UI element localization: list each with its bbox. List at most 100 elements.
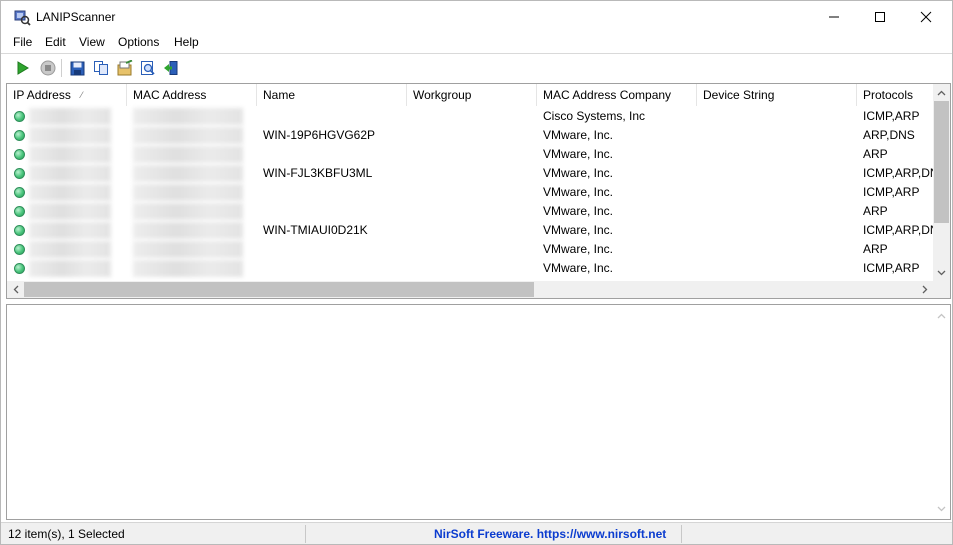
online-status-icon <box>14 244 25 255</box>
table-row[interactable]: WIN-19P6HGVG62P VMware, Inc. ARP,DNS <box>7 126 933 145</box>
column-header-mac-address[interactable]: MAC Address <box>127 84 257 106</box>
column-header-name[interactable]: Name <box>257 84 407 106</box>
cell-protocols: ICMP,ARP <box>863 185 920 199</box>
column-label: MAC Address <box>133 88 207 102</box>
window-title: LANIPScanner <box>36 10 116 24</box>
cell-protocols: ICMP,ARP,DN <box>863 223 933 237</box>
cell-workgroup <box>413 107 533 126</box>
menu-help[interactable]: Help <box>173 35 200 49</box>
scroll-down-arrow-icon[interactable] <box>933 264 950 281</box>
redacted-mac-address <box>133 146 243 163</box>
cell-company: VMware, Inc. <box>543 261 614 275</box>
redacted-mac-address <box>133 108 243 125</box>
cell-workgroup <box>413 259 533 278</box>
online-status-icon <box>14 149 25 160</box>
list-header: IP Address ⁄ MAC Address Name Workgroup … <box>7 84 933 106</box>
cell-device-string <box>703 126 853 145</box>
redacted-mac-address <box>133 184 243 201</box>
cell-name: WIN-TMIAUI0D21K <box>263 223 368 237</box>
column-header-workgroup[interactable]: Workgroup <box>407 84 537 106</box>
menu-bar: File Edit View Options Help <box>1 33 952 53</box>
cell-protocols: ICMP,ARP <box>863 109 920 123</box>
column-header-protocols[interactable]: Protocols <box>857 84 933 106</box>
title-bar: LANIPScanner <box>1 1 952 33</box>
menu-options[interactable]: Options <box>117 35 160 49</box>
redacted-mac-address <box>133 127 243 144</box>
redacted-ip-address <box>29 146 111 163</box>
menu-file[interactable]: File <box>12 35 33 49</box>
menu-edit[interactable]: Edit <box>44 35 67 49</box>
cell-name: WIN-19P6HGVG62P <box>263 128 376 142</box>
html-report-button[interactable] <box>138 58 158 78</box>
copy-icon <box>94 61 108 75</box>
cell-protocols: ARP,DNS <box>863 128 915 142</box>
cell-name <box>263 259 403 278</box>
floppy-disk-icon <box>70 61 84 75</box>
close-button[interactable] <box>903 1 949 33</box>
redacted-ip-address <box>29 127 111 144</box>
table-row[interactable]: VMware, Inc. ICMP,ARP <box>7 259 933 278</box>
redacted-ip-address <box>29 241 111 258</box>
cell-name <box>263 183 403 202</box>
app-window: LANIPScanner File Edit View Options Help <box>0 0 953 545</box>
table-row[interactable]: VMware, Inc. ICMP,ARP <box>7 183 933 202</box>
menu-view[interactable]: View <box>78 35 106 49</box>
nirsoft-link[interactable]: NirSoft Freeware. https://www.nirsoft.ne… <box>434 526 666 542</box>
status-divider <box>681 525 682 543</box>
exit-button[interactable] <box>161 58 181 78</box>
scroll-down-arrow-icon[interactable] <box>933 500 950 517</box>
list-vertical-scrollbar[interactable] <box>933 84 950 281</box>
table-row[interactable]: WIN-TMIAUI0D21K VMware, Inc. ICMP,ARP,DN <box>7 221 933 240</box>
cell-device-string <box>703 183 853 202</box>
redacted-ip-address <box>29 222 111 239</box>
scrollbar-thumb[interactable] <box>934 101 949 223</box>
table-row[interactable]: VMware, Inc. ARP <box>7 240 933 259</box>
details-pane[interactable] <box>6 304 951 520</box>
redacted-ip-address <box>29 108 111 125</box>
column-label: Workgroup <box>413 88 472 102</box>
table-row[interactable]: VMware, Inc. ARP <box>7 145 933 164</box>
table-row[interactable]: VMware, Inc. ARP <box>7 202 933 221</box>
column-label: Name <box>263 88 296 102</box>
column-header-ip-address[interactable]: IP Address ⁄ <box>7 84 127 106</box>
save-button[interactable] <box>67 58 87 78</box>
details-vertical-scrollbar[interactable] <box>933 305 950 519</box>
cell-protocols: ICMP,ARP <box>863 261 920 275</box>
scrollbar-thumb[interactable] <box>24 282 534 297</box>
cell-device-string <box>703 202 853 221</box>
cell-device-string <box>703 107 853 126</box>
cell-device-string <box>703 221 853 240</box>
host-list[interactable]: IP Address ⁄ MAC Address Name Workgroup … <box>6 83 951 299</box>
app-icon <box>14 10 31 26</box>
column-label: MAC Address Company <box>543 88 672 102</box>
redacted-ip-address <box>29 184 111 201</box>
properties-button[interactable] <box>115 58 135 78</box>
cell-workgroup <box>413 240 533 259</box>
scroll-right-arrow-icon[interactable] <box>916 281 933 298</box>
cell-device-string <box>703 259 853 278</box>
cell-workgroup <box>413 183 533 202</box>
exit-door-icon <box>164 61 178 75</box>
column-header-mac-company[interactable]: MAC Address Company <box>537 84 697 106</box>
item-count-status: 12 item(s), 1 Selected <box>8 527 125 541</box>
table-row[interactable]: WIN-FJL3KBFU3ML VMware, Inc. ICMP,ARP,DN <box>7 164 933 183</box>
column-header-device-string[interactable]: Device String <box>697 84 857 106</box>
close-icon <box>920 11 932 23</box>
minimize-button[interactable] <box>811 1 857 33</box>
online-status-icon <box>14 130 25 141</box>
table-row[interactable]: Cisco Systems, Inc ICMP,ARP <box>7 107 933 126</box>
maximize-button[interactable] <box>857 1 903 33</box>
scroll-up-arrow-icon[interactable] <box>933 84 950 101</box>
online-status-icon <box>14 111 25 122</box>
scroll-up-arrow-icon[interactable] <box>933 307 950 324</box>
online-status-icon <box>14 187 25 198</box>
scroll-left-arrow-icon[interactable] <box>7 281 24 298</box>
toolbar <box>1 53 952 81</box>
column-label: Device String <box>703 88 775 102</box>
cell-company: VMware, Inc. <box>543 223 614 237</box>
start-scan-button[interactable] <box>12 58 32 78</box>
cell-device-string <box>703 240 853 259</box>
copy-button[interactable] <box>91 58 111 78</box>
stop-scan-button[interactable] <box>38 58 58 78</box>
list-horizontal-scrollbar[interactable] <box>7 281 950 298</box>
